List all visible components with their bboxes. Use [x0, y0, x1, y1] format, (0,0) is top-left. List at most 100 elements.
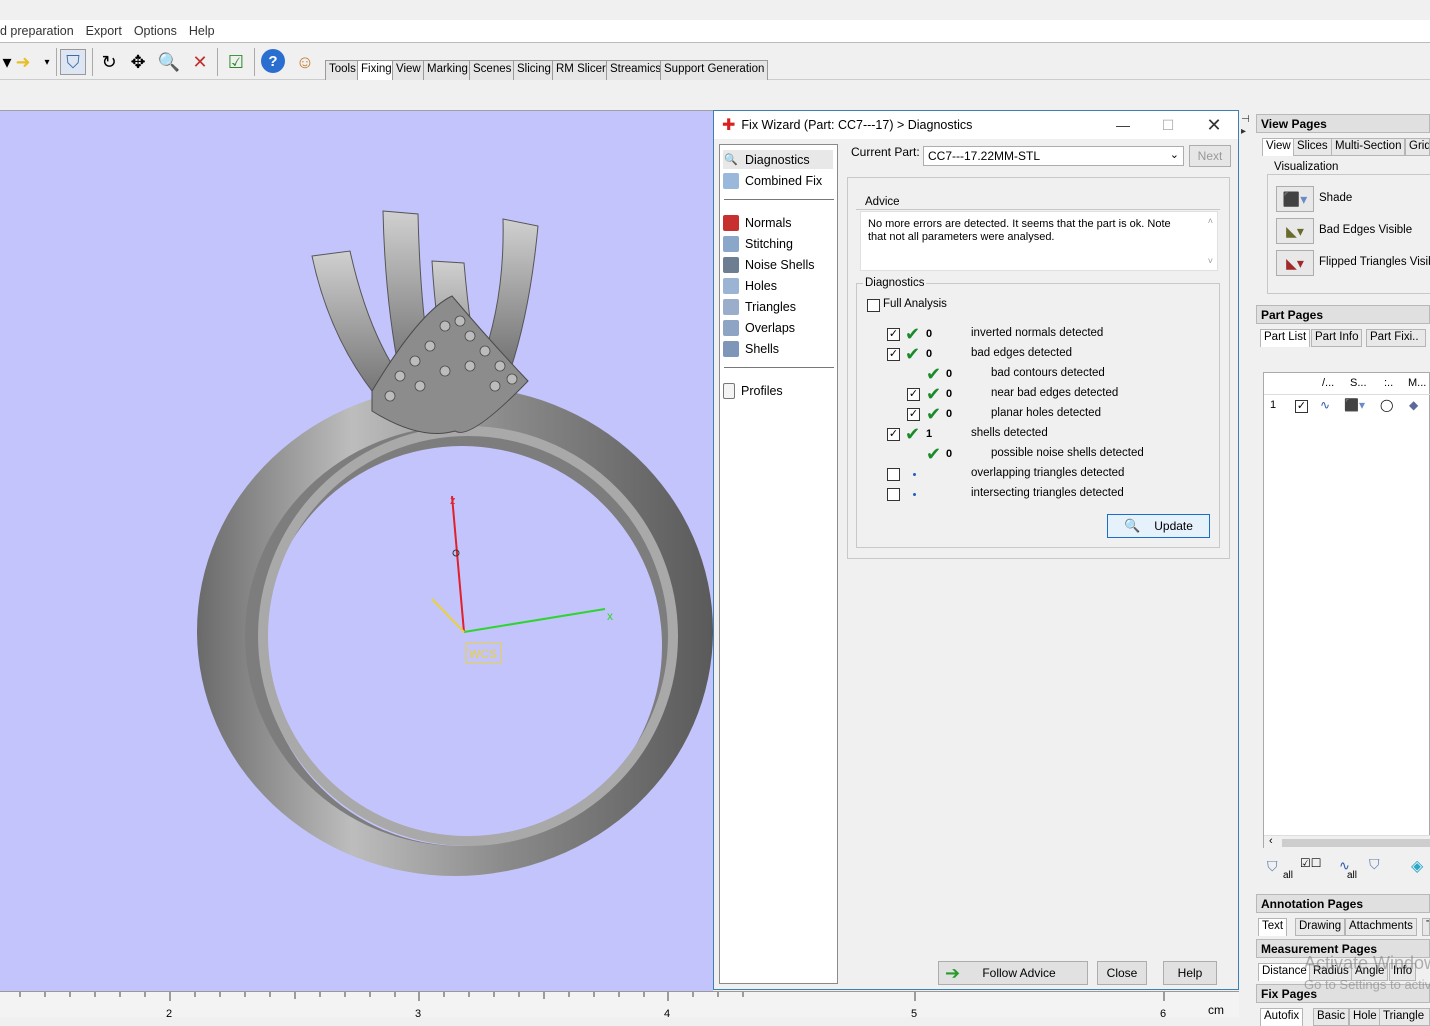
tab-basic[interactable]: Basic — [1313, 1008, 1350, 1026]
tab-part-info[interactable]: Part Info — [1311, 329, 1363, 347]
maximize-icon[interactable]: ☐ — [1157, 115, 1179, 135]
tab-streamics[interactable]: Streamics — [606, 60, 666, 80]
nav-shells[interactable]: Shells — [723, 339, 833, 358]
intersecting-triangles-checkbox[interactable] — [887, 488, 900, 501]
tab-marking[interactable]: Marking — [423, 60, 472, 80]
tab-annotation-more[interactable]: T — [1422, 918, 1430, 936]
tab-tools[interactable]: Tools — [325, 60, 360, 80]
view-pages-header[interactable]: View Pages — [1256, 114, 1430, 133]
rotate-icon[interactable]: ↻ — [96, 49, 122, 75]
tab-part-fixing[interactable]: Part Fixi.. — [1366, 329, 1426, 347]
checklist-icon[interactable]: ☑ — [223, 49, 249, 75]
shells-label: shells detected — [971, 427, 1048, 439]
nav-holes[interactable]: Holes — [723, 276, 833, 295]
tab-fixing[interactable]: Fixing — [357, 60, 396, 80]
planar-holes-checkbox[interactable]: ✓ — [907, 408, 920, 421]
annotation-pages-header[interactable]: Annotation Pages — [1256, 894, 1430, 913]
tab-slices[interactable]: Slices — [1293, 138, 1332, 156]
x-axis-label: x — [607, 609, 613, 623]
table-row[interactable]: 1 ✓ ∿ ⬛▾ ◯ ◆ — [1264, 397, 1430, 417]
nav-noise-shells[interactable]: Noise Shells — [723, 255, 833, 274]
zoom-reset-icon[interactable]: ✕ — [187, 49, 213, 75]
combined-fix-icon — [723, 172, 739, 189]
help-button[interactable]: Help — [1163, 961, 1217, 985]
tab-view[interactable]: View — [392, 60, 425, 80]
shells-checkbox[interactable]: ✓ — [887, 428, 900, 441]
full-analysis-checkbox[interactable] — [867, 299, 880, 312]
horizontal-scrollbar[interactable]: ‹ — [1264, 835, 1430, 849]
planar-holes-count: 0 — [946, 408, 953, 420]
tab-hole[interactable]: Hole — [1349, 1008, 1381, 1026]
help-icon[interactable]: ? — [261, 49, 285, 73]
update-button[interactable]: 🔍 Update — [1107, 514, 1210, 538]
user-icon[interactable]: ☺ — [292, 49, 318, 75]
nav-combined-fix[interactable]: Combined Fix — [723, 171, 833, 190]
scroll-down-icon[interactable]: ˅ — [1208, 256, 1213, 266]
part-visible-checkbox[interactable]: ✓ — [1295, 400, 1308, 413]
wire-icon: ∿ — [1320, 398, 1331, 412]
redo-arrow-icon[interactable]: ➜ — [10, 49, 36, 75]
bad-edges-visible-button[interactable]: ◣▾ — [1276, 218, 1314, 244]
tab-drawing[interactable]: Drawing — [1295, 918, 1346, 936]
pan-icon[interactable]: ✥ — [125, 49, 151, 75]
planar-holes-label: planar holes detected — [991, 407, 1101, 419]
3d-viewport[interactable]: z x WCS — [0, 111, 713, 991]
overlapping-triangles-checkbox[interactable] — [887, 468, 900, 481]
menu-build-preparation[interactable]: d preparation — [0, 24, 80, 38]
bad-edges-visible-label: Bad Edges Visible — [1319, 224, 1413, 236]
scroll-up-icon[interactable]: ˄ — [1208, 216, 1213, 226]
nav-diagnostics[interactable]: 🔍 Diagnostics — [723, 150, 833, 169]
zoom-icon[interactable]: 🔍 — [156, 49, 182, 75]
full-analysis-label: Full Analysis — [883, 298, 947, 310]
tab-grid[interactable]: Grid — [1405, 138, 1430, 156]
tab-multi-section[interactable]: Multi-Section — [1331, 138, 1406, 156]
current-part-select[interactable]: CC7---17.22MM-STL ⌄ — [923, 146, 1184, 166]
tab-text[interactable]: Text — [1258, 918, 1288, 936]
near-bad-edges-checkbox[interactable]: ✓ — [907, 388, 920, 401]
nav-profiles[interactable]: Profiles — [723, 381, 833, 400]
menu-export[interactable]: Export — [86, 24, 128, 38]
minimize-icon[interactable]: — — [1112, 115, 1134, 135]
bad-edges-checkbox[interactable]: ✓ — [887, 348, 900, 361]
close-button[interactable]: Close — [1097, 961, 1147, 985]
flipped-triangles-visible-button[interactable]: ◣▾ — [1276, 250, 1314, 276]
noise-shells-count: 0 — [946, 448, 953, 460]
inverted-normals-checkbox[interactable]: ✓ — [887, 328, 900, 341]
cubes-icon[interactable]: ◈ — [1411, 856, 1423, 876]
scroll-left-icon[interactable]: ‹ — [1269, 835, 1273, 847]
tab-slicing[interactable]: Slicing — [513, 60, 555, 80]
select-tool-icon[interactable]: ⛉ — [60, 49, 86, 75]
follow-advice-button[interactable]: ➔ Follow Advice — [938, 961, 1088, 985]
tab-autofix[interactable]: Autofix — [1260, 1008, 1304, 1026]
near-bad-edges-label: near bad edges detected — [991, 387, 1119, 399]
dialog-title-bar[interactable]: ✚ Fix Wizard (Part: CC7---17) > Diagnost… — [714, 111, 1238, 139]
shade-button[interactable]: ⬛▾ — [1276, 186, 1314, 212]
pin-icon[interactable]: ⊣ ▸ — [1241, 114, 1253, 148]
tab-support-generation[interactable]: Support Generation — [660, 60, 769, 80]
close-icon[interactable]: ✕ — [1203, 115, 1225, 135]
tab-view-page[interactable]: View — [1262, 138, 1295, 156]
shade-all-icon[interactable]: ⛉ — [1369, 856, 1380, 873]
nav-triangles[interactable]: Triangles — [723, 297, 833, 316]
toggle-visible-icon[interactable]: ☑☐ — [1300, 856, 1322, 870]
menu-help[interactable]: Help — [189, 24, 221, 38]
tab-rm-slicer[interactable]: RM Slicer — [552, 60, 610, 80]
shells-count: 1 — [926, 428, 933, 440]
check-icon: ✔ — [926, 404, 942, 424]
shade-mode-icon[interactable]: ⬛▾ — [1344, 398, 1365, 412]
part-pages-header[interactable]: Part Pages — [1256, 305, 1430, 324]
part-list-footer: ⛉ all ☑☐ ∿ all ⛉ ◈ — [1267, 856, 1424, 881]
menu-options[interactable]: Options — [134, 24, 183, 38]
tab-attachments[interactable]: Attachments — [1345, 918, 1417, 936]
nav-stitching[interactable]: Stitching — [723, 234, 833, 253]
tab-triangle[interactable]: Triangle — [1379, 1008, 1430, 1026]
select-all-icon[interactable]: ⛉ — [1267, 858, 1278, 875]
tab-part-list[interactable]: Part List — [1260, 329, 1311, 347]
next-button[interactable]: Next — [1189, 145, 1231, 167]
tab-distance[interactable]: Distance — [1258, 963, 1311, 981]
tab-scenes[interactable]: Scenes — [469, 60, 516, 80]
nav-overlaps[interactable]: Overlaps — [723, 318, 833, 337]
nav-normals[interactable]: Normals — [723, 213, 833, 232]
visualization-label: Visualization — [1272, 161, 1341, 173]
table-header: /... S... :.. M... — [1264, 373, 1430, 395]
